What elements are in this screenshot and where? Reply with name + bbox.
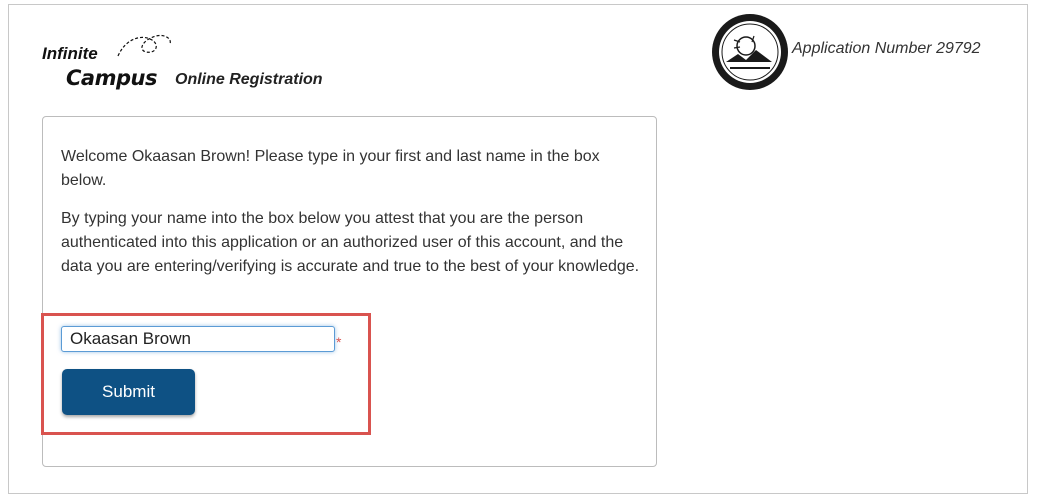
application-number: Application Number 29792 (792, 40, 981, 57)
logo-subtitle: Online Registration (175, 71, 323, 88)
logo-campus-text: Campus (66, 66, 157, 90)
submit-button[interactable]: Submit (62, 369, 195, 415)
logo-swirl-icon (117, 34, 171, 57)
full-name-input[interactable] (61, 326, 335, 352)
state-seal-icon (712, 14, 788, 90)
attestation-text: By typing your name into the box below y… (61, 210, 640, 275)
infinite-campus-logo: Infinite Campus Online Registration (42, 28, 362, 90)
welcome-text: Welcome Okaasan Brown! Please type in yo… (61, 148, 600, 189)
required-marker: * (336, 334, 342, 350)
logo-infinite-text: Infinite (42, 44, 98, 63)
